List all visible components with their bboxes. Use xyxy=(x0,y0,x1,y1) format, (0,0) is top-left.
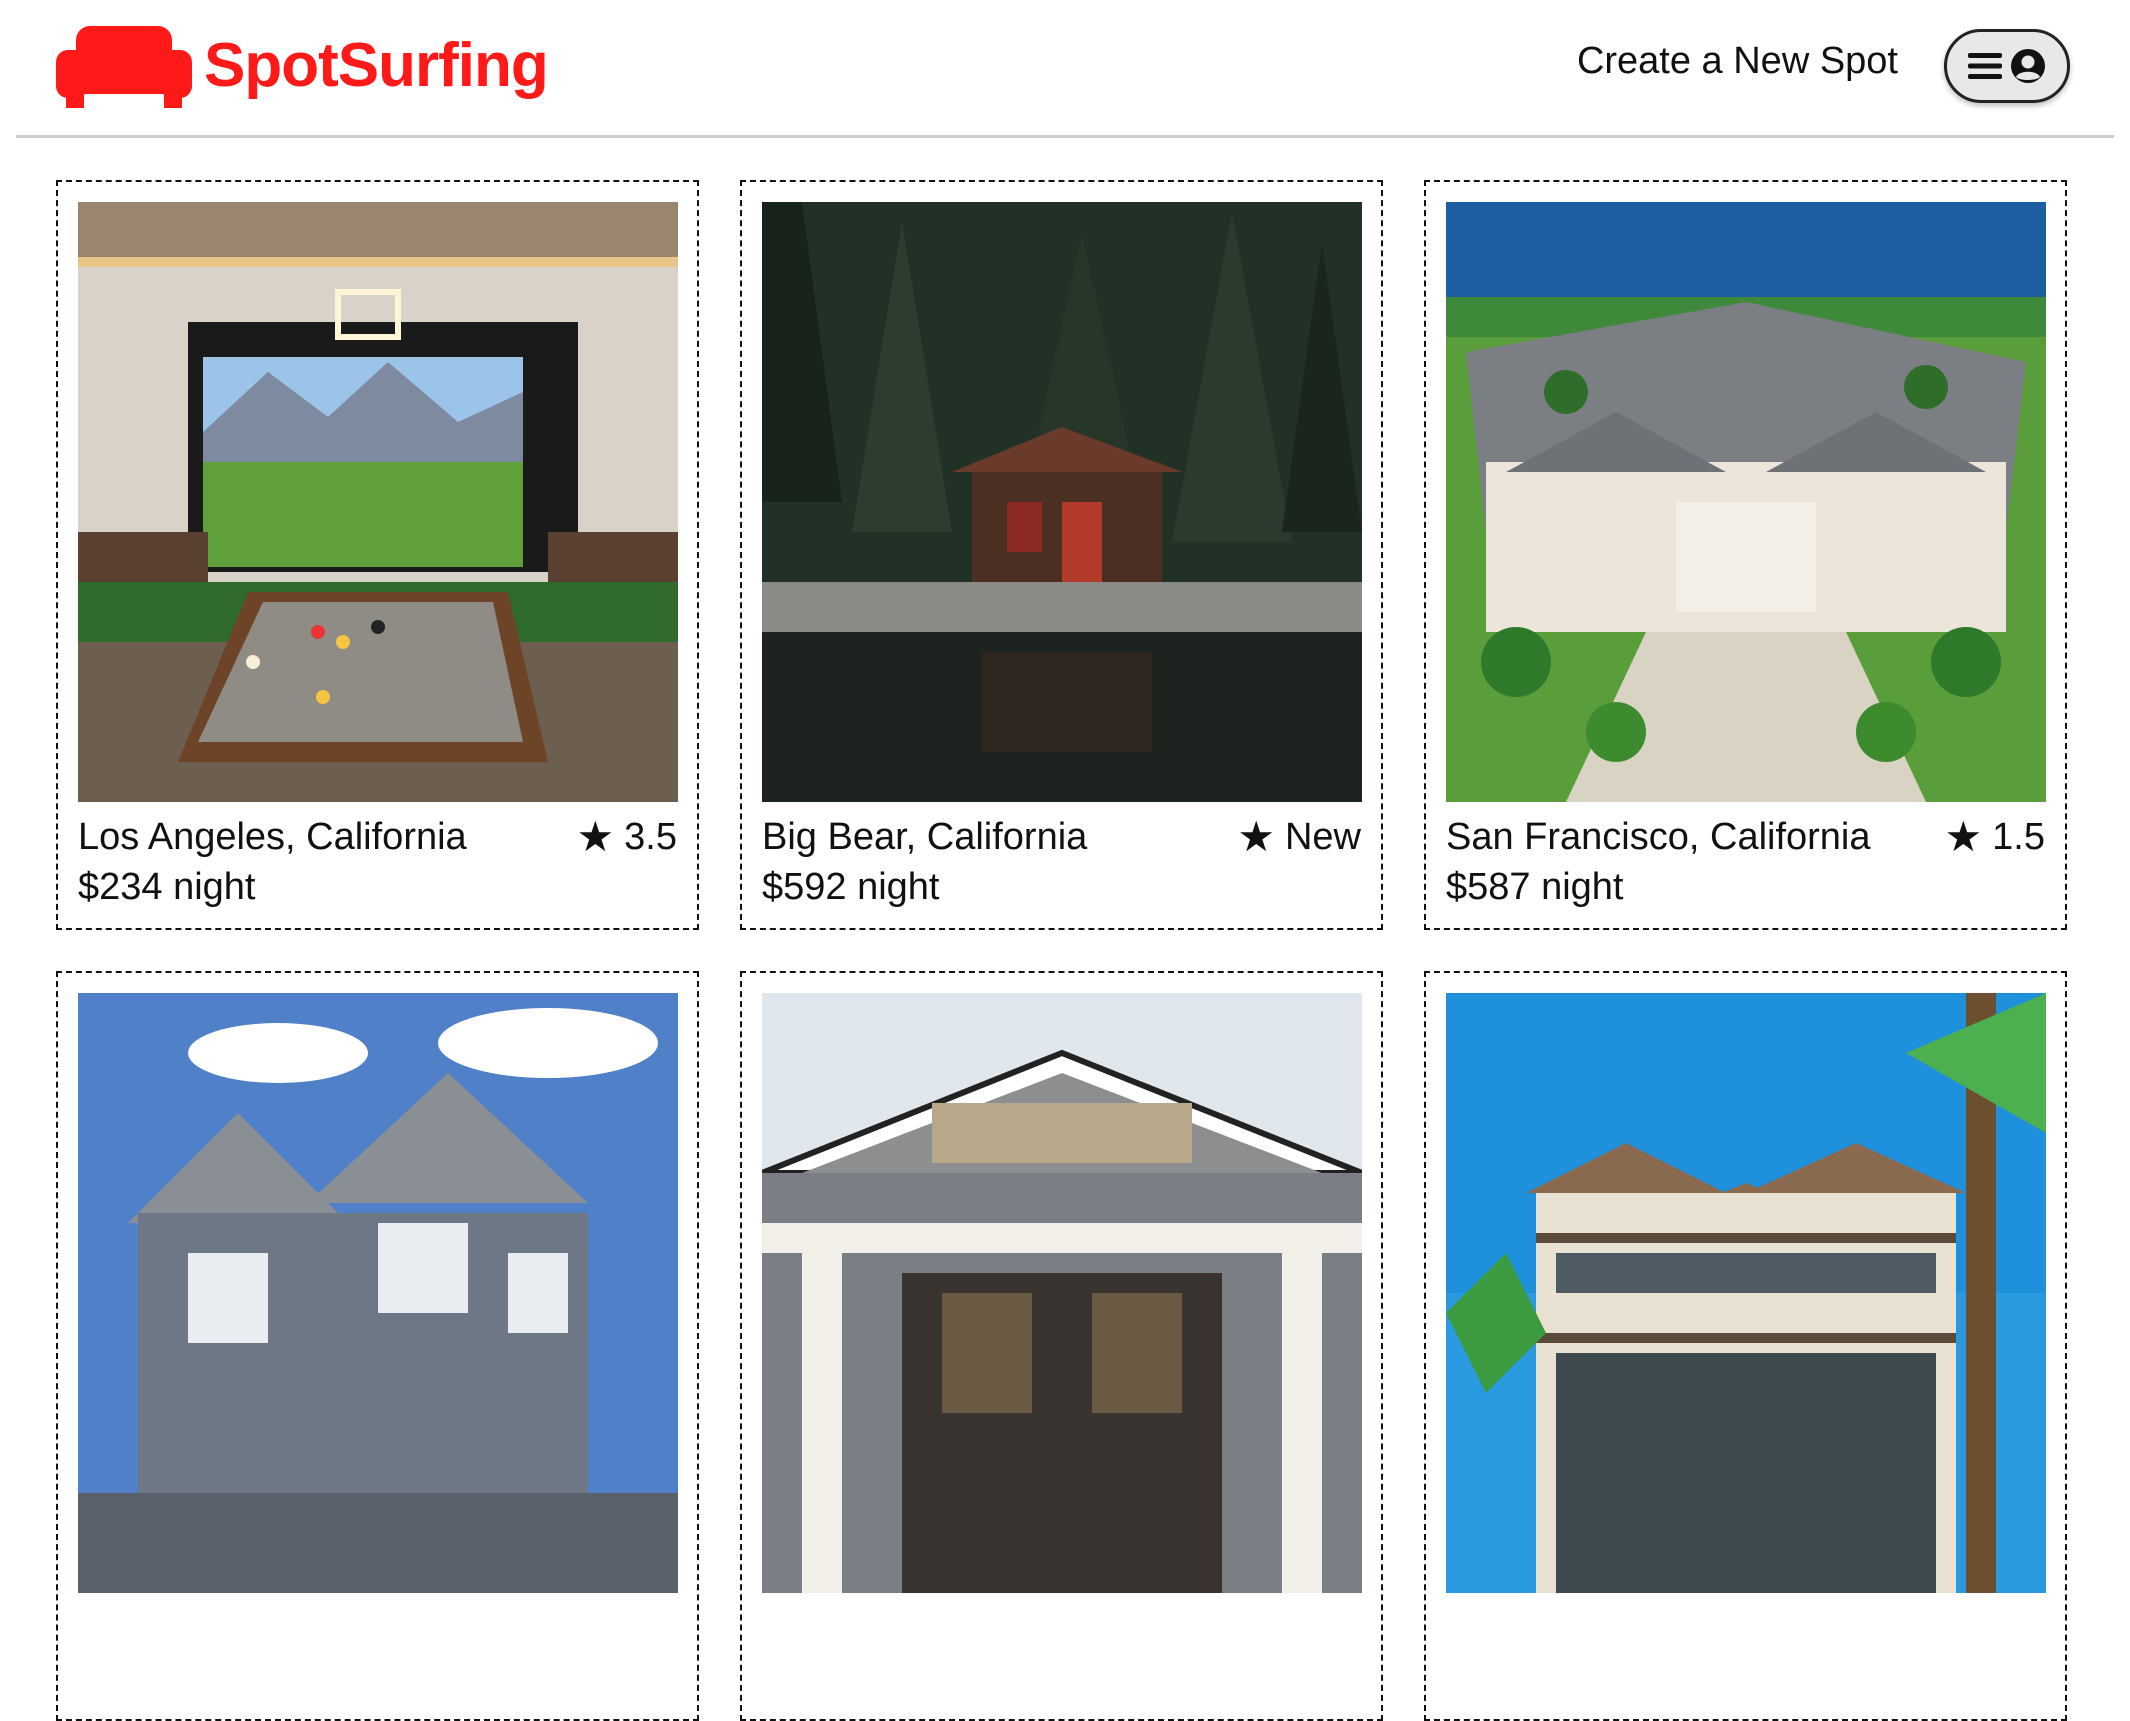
spot-image xyxy=(1446,993,2046,1593)
spot-location: San Francisco, California xyxy=(1446,816,1871,858)
top-navigation: SpotSurfing Create a New Spot xyxy=(16,0,2114,138)
spot-price: $234 night xyxy=(78,866,256,908)
spot-rating: ★ New xyxy=(1237,814,1361,860)
brand-name: SpotSurfing xyxy=(204,30,549,100)
star-icon: ★ xyxy=(1237,813,1275,860)
spot-card[interactable] xyxy=(1424,971,2067,1721)
spot-card[interactable]: San Francisco, California ★ 1.5 $587 nig… xyxy=(1424,180,2067,930)
spot-price: $587 night xyxy=(1446,866,1624,908)
spot-image xyxy=(78,202,678,802)
spot-card[interactable]: Los Angeles, California ★ 3.5 $234 night xyxy=(56,180,699,930)
spots-grid: Los Angeles, California ★ 3.5 $234 night xyxy=(56,180,2070,1721)
spot-image xyxy=(762,202,1362,802)
spot-image xyxy=(78,993,678,1593)
spot-image xyxy=(1446,202,2046,802)
star-icon: ★ xyxy=(576,813,615,860)
profile-menu-button[interactable] xyxy=(1944,29,2070,103)
rating-value: 3.5 xyxy=(624,816,677,858)
hamburger-icon xyxy=(1968,53,2002,79)
spot-card[interactable] xyxy=(740,971,1383,1721)
spot-location: Big Bear, California xyxy=(762,816,1088,858)
star-icon: ★ xyxy=(1944,813,1983,860)
spot-location: Los Angeles, California xyxy=(78,816,467,858)
sofa-icon xyxy=(56,26,192,108)
spot-rating: ★ 1.5 xyxy=(1945,814,2045,860)
rating-value: New xyxy=(1284,816,1361,858)
create-spot-link[interactable]: Create a New Spot xyxy=(1577,40,1898,83)
rating-value: 1.5 xyxy=(1992,816,2045,858)
user-circle-icon xyxy=(2011,49,2045,83)
home-logo-link[interactable]: SpotSurfing xyxy=(56,20,549,110)
spot-card[interactable] xyxy=(56,971,699,1721)
spot-card[interactable]: Big Bear, California ★ New $592 night xyxy=(740,180,1383,930)
spot-image xyxy=(762,993,1362,1593)
spot-price: $592 night xyxy=(762,866,940,908)
spot-rating: ★ 3.5 xyxy=(577,814,677,860)
